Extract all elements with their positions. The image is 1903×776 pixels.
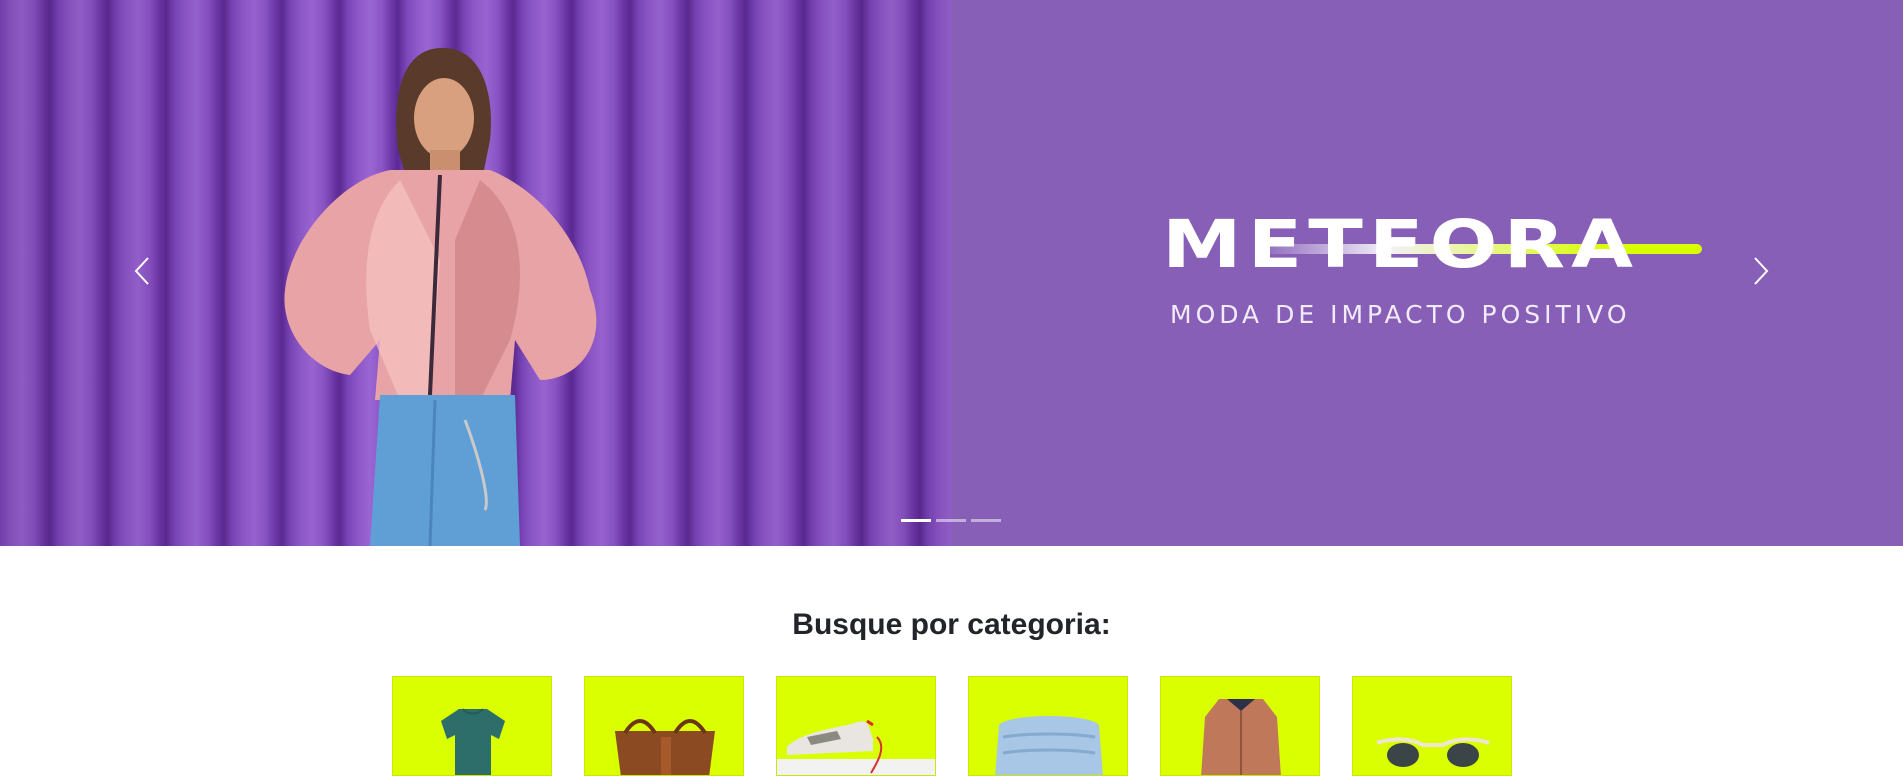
category-card-tshirt[interactable] bbox=[392, 676, 552, 776]
sneaker-icon bbox=[777, 719, 935, 775]
category-card-jeans[interactable] bbox=[968, 676, 1128, 776]
bag-icon bbox=[615, 719, 715, 775]
chevron-right-icon bbox=[1754, 257, 1769, 285]
brand-name: METEORA bbox=[1162, 206, 1639, 283]
jacket-icon bbox=[1201, 699, 1281, 775]
carousel-next-button[interactable] bbox=[1745, 256, 1775, 286]
carousel-indicators bbox=[901, 519, 1001, 522]
carousel-indicator-2[interactable] bbox=[936, 519, 966, 522]
sunglasses-icon bbox=[1376, 737, 1490, 767]
tshirt-icon bbox=[441, 708, 505, 775]
brand-tagline: MODA DE IMPACTO POSITIVO bbox=[1170, 300, 1631, 329]
category-card-sunglasses[interactable] bbox=[1352, 676, 1512, 776]
category-card-sneaker[interactable] bbox=[776, 676, 936, 776]
carousel-indicator-3[interactable] bbox=[971, 519, 1001, 522]
jeans-icon bbox=[995, 716, 1103, 775]
categories-title: Busque por categoria: bbox=[792, 608, 1111, 641]
category-card-bag[interactable] bbox=[584, 676, 744, 776]
model-photo bbox=[284, 47, 597, 546]
carousel-indicator-1[interactable] bbox=[901, 519, 931, 522]
category-list bbox=[392, 676, 1512, 776]
category-card-jacket[interactable] bbox=[1160, 676, 1320, 776]
brand-logo: METEORA MODA DE IMPACTO POSITIVO bbox=[1162, 206, 1702, 329]
chevron-left-icon bbox=[134, 257, 149, 285]
carousel-prev-button[interactable] bbox=[128, 256, 158, 286]
hero-carousel: METEORA MODA DE IMPACTO POSITIVO bbox=[0, 0, 1903, 546]
